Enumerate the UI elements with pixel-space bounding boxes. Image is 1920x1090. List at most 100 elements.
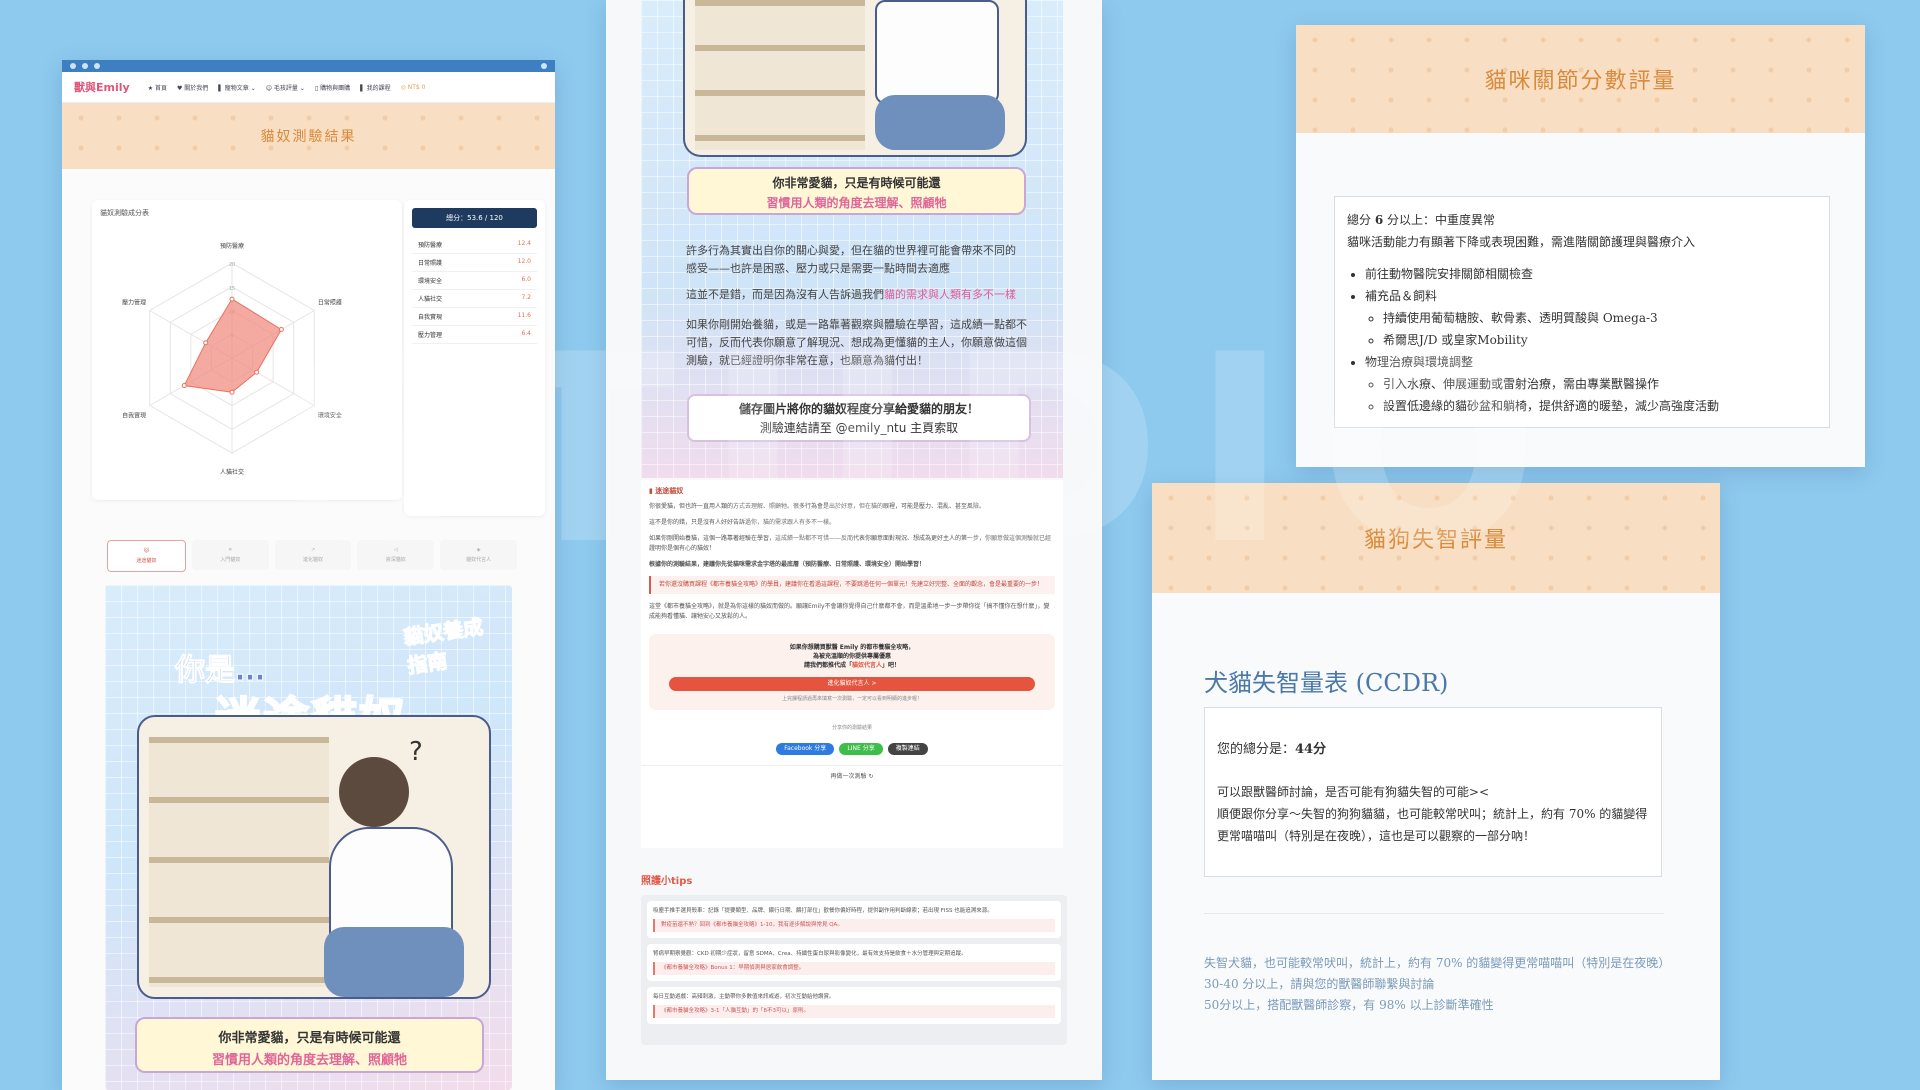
nav-home[interactable]: ★ 首頁 xyxy=(148,83,167,92)
share-note-line1: 儲存圖片將你的貓奴程度分享給愛貓的朋友！ xyxy=(738,402,979,416)
result-banner: 貓奴測驗結果 xyxy=(62,103,555,169)
score-label: 壓力管理 xyxy=(418,332,443,339)
facebook-share-button[interactable]: Facebook 分享 xyxy=(776,743,835,755)
shelf-illustration xyxy=(149,737,329,987)
ccdr-body-1: 可以跟獸醫師討論，是否可能有狗貓失智的可能>< xyxy=(1217,785,1490,799)
article-text: 根據你的測驗結果，建議你先從貓咪需求金字塔的最底層（預防醫療、日常照護、環境安全… xyxy=(649,561,926,568)
tip-link[interactable]: 《都市養貓全攻略》Bonus 1：早期偵測與居家飲食調整。 xyxy=(653,962,1055,975)
cat-icon: 🐱 xyxy=(143,548,149,554)
tab-lost-cat-servant[interactable]: 🐱 迷途貓奴 xyxy=(107,540,186,572)
result-illustration: 你是… 迷途貓奴 貓奴養成指南 ? 你非常愛貓，只是有時候可能還 習慣用人類的角… xyxy=(105,585,512,1090)
result-paragraph-3: 如果你剛開始養貓，或是一路靠著觀察與體驗在學習，這成績一點都不可惜，反而代表你願… xyxy=(686,318,1027,367)
character-jeans xyxy=(324,927,464,997)
tab-senior[interactable]: ◁ 資深貓奴 xyxy=(357,540,435,570)
radar-axis-label: 人貓社交 xyxy=(220,468,244,476)
detail-hero: 你非常愛貓，只是有時候可能還 習慣用人類的角度去理解、照顧牠 許多行為其實出自你… xyxy=(641,0,1063,478)
tab-beginner[interactable]: ✕ 入門貓奴 xyxy=(191,540,269,570)
site-logo[interactable]: 獸與Emily xyxy=(74,79,130,95)
advice-item: 物理治療與環境調整 引入水療、伸展運動或雷射治療，需由專業獸醫操作 設置低邊緣的… xyxy=(1365,351,1829,417)
tab-label: 進化貓奴 xyxy=(302,557,323,563)
result-detail-panel: 你非常愛貓，只是有時候可能還 習慣用人類的角度去理解、照顧牠 許多行為其實出自你… xyxy=(606,0,1102,1080)
share-note-line2: 測驗連結請至 @emily_ntu 主頁索取 xyxy=(759,421,959,435)
illus-badge: 貓奴養成指南 xyxy=(401,614,485,679)
radar-axis-label: 環境安全 xyxy=(318,412,342,420)
result-paragraph-1: 許多行為其實出自你的關心與愛，但在貓的世界裡可能會帶來不同的感受——也許是困惑、… xyxy=(686,244,1016,275)
tip-link[interactable]: 對疫苗還不熟？回到《都市養貓全攻略》1-10，我有逐步解說與常見 QA。 xyxy=(653,919,1055,932)
tip-item: 腎病早期察覺觀：CKD 初期少症狀，留意 SDMA、Crea、持續性蛋白尿與影像… xyxy=(647,944,1061,981)
ccdr-score: 您的總分是：44分 xyxy=(1217,738,1649,757)
search-icon[interactable] xyxy=(541,63,547,69)
site-nav: 獸與Emily ★ 首頁 ♥ 關於我們 ▌ 寵物文章 ⌄ ☺ 毛孩評量 ⌄ ▯ … xyxy=(62,72,555,103)
result-page-panel: 獸與Emily ★ 首頁 ♥ 關於我們 ▌ 寵物文章 ⌄ ☺ 毛孩評量 ⌄ ▯ … xyxy=(62,60,555,1090)
comic-frame xyxy=(683,0,1027,157)
speech-line2: 習慣用人類的角度去理解、照顧牠 xyxy=(766,196,947,210)
copy-link-button[interactable]: 複製連結 xyxy=(887,743,928,755)
speech-line1: 你非常愛貓，只是有時候可能還 xyxy=(772,176,941,190)
summary-text: 分以上：中重度異常 xyxy=(1383,213,1496,227)
para2-text: 這並不是錯，而是因為沒有人告訴過我們 xyxy=(686,288,884,301)
tips-box: 吸塵手推手選貝殼車：記錄「提要類型、品牌、餵行日期、餵打部位」歡餐你偏好時程，提… xyxy=(641,895,1067,1045)
cta-line3: 請我們都推代成「貓奴代言人」吧！ xyxy=(659,660,1045,669)
ccdr-body-2: 順便跟你分享～失智的狗狗貓貓，也可能較常吠叫；統計上，約有 70% 的貓變得更常… xyxy=(1217,807,1648,843)
nav-cart[interactable]: ◎ NT$ 0 xyxy=(401,84,426,91)
score-value: 6.4 xyxy=(521,330,531,337)
tip-item: 每日互動遊戲：高頻刺激，主動帶你多數值來訊或遊，初次互動給他讚賞。 《都市養貓全攻… xyxy=(647,987,1061,1024)
window-dot xyxy=(82,63,88,69)
tab-ambassador[interactable]: ◈ 貓奴代言人 xyxy=(440,540,517,570)
joint-banner: 貓咪關節分數評量 xyxy=(1296,25,1865,133)
joint-result-box: 總分 6 分以上：中重度異常 貓咪活動能力有顯著下降或表現困難，需進階關節護理與… xyxy=(1334,196,1830,428)
cta-highlight: 貓奴代言人 xyxy=(851,662,882,669)
share-label: 分享你的測驗結果 xyxy=(831,725,872,731)
tip-text: 吸塵手推手選貝殼車：記錄「提要類型、品牌、餵行日期、餵打部位」歡餐你偏好時程，提… xyxy=(653,908,993,914)
radar-data-point xyxy=(181,383,187,389)
retry-link[interactable]: 再做一次測驗 ↻ xyxy=(641,765,1063,780)
character-body xyxy=(875,0,999,104)
nav-assessments[interactable]: ☺ 毛孩評量 ⌄ xyxy=(266,83,305,92)
advice-subitem: 持續使用葡萄糖胺、軟骨素、透明質酸與 Omega-3 xyxy=(1383,307,1829,329)
score-list: 預防醫療 12.4 日常照護 12.0 環境安全 6.0 人貓社交 7.2 自我實現 11… xyxy=(412,236,537,344)
score-row: 日常照護 12.0 xyxy=(412,254,537,272)
score-value: 6.0 xyxy=(521,276,531,283)
tip-link[interactable]: 《都市養貓全攻略》3-1「人貓互動」的「8不3可以」原則。 xyxy=(653,1005,1055,1018)
score-card: 總分：53.6 / 120 預防醫療 12.4 日常照護 12.0 環境安全 6.0 … xyxy=(404,200,545,516)
comic-frame: ? xyxy=(137,715,491,999)
score-label: 您的總分是： xyxy=(1217,742,1296,757)
score-value: 44分 xyxy=(1295,742,1327,757)
result-paragraph-2: 這並不是錯，而是因為沒有人告訴過我們貓的需求與人類有多不一樣 xyxy=(686,286,1031,304)
advice-list: 前往動物醫院安排關節相關檢查 補充品＆飼料 持續使用葡萄糖胺、軟骨素、透明質酸與… xyxy=(1347,263,1829,417)
share-section: 分享你的測驗結果 Facebook 分享 LINE 分享 複製連結 再做一次測驗… xyxy=(641,724,1063,780)
line-share-button[interactable]: LINE 分享 xyxy=(839,743,883,755)
summary-number: 6 xyxy=(1374,213,1384,227)
score-value: 12.4 xyxy=(517,240,531,247)
window-dot xyxy=(94,63,100,69)
nav-about[interactable]: ♥ 關於我們 xyxy=(177,83,208,92)
nav-shop[interactable]: ▯ 購物與團購 xyxy=(315,83,350,92)
divider xyxy=(1204,913,1664,914)
cta-text: 請我們都推代成「 xyxy=(803,662,852,669)
footnote: 30-40 分以上，請與您的獸醫師聯繫與討論 xyxy=(1204,977,1435,991)
speech-line2: 習慣用人類的角度去理解、照顧牠 xyxy=(211,1053,407,1068)
cta-line1: 如果你想購買獸醫 Emily 的都市養貓全攻略， xyxy=(789,644,915,651)
tab-evolving[interactable]: ↗ 進化貓奴 xyxy=(274,540,352,570)
radar-axis-label: 預防醫療 xyxy=(220,242,244,250)
radar-card: 貓奴測驗成分表 預防醫療日常照護環境安全人貓社交自我實現壓力管理2015105 xyxy=(92,200,402,500)
nav-courses[interactable]: ▌ 我的課程 xyxy=(360,83,391,92)
score-total: 總分：53.6 / 120 xyxy=(412,208,537,228)
character-jeans xyxy=(875,95,1005,150)
score-row: 壓力管理 6.4 xyxy=(412,326,537,344)
score-label: 自我實現 xyxy=(418,314,443,321)
section-title: ▮ 迷途貓奴 xyxy=(641,480,1063,502)
score-label: 環境安全 xyxy=(418,278,443,285)
joint-summary-detail: 貓咪活動能力有顯著下降或表現困難，需進階關節護理與醫療介入 xyxy=(1347,235,1696,249)
cat-icon: ◈ xyxy=(476,547,481,553)
nav-articles[interactable]: ▌ 寵物文章 ⌄ xyxy=(218,83,255,92)
score-row: 預防醫療 12.4 xyxy=(412,236,537,254)
cta-box: 如果你想購買獸醫 Emily 的都市養貓全攻略， 為被充溫順的你提供專屬優惠 請… xyxy=(649,634,1055,710)
article-text: 這不是你的錯，只是沒有人好好告訴過你，貓的需求跟人有多不一樣。 xyxy=(649,519,836,526)
radar-data-point xyxy=(229,296,235,302)
radar-tick-label: 20 xyxy=(229,262,235,268)
radar-data-point xyxy=(254,369,260,375)
browser-bar xyxy=(62,60,555,72)
ambassador-button[interactable]: 進化貓奴代言人 > xyxy=(669,677,1035,691)
radar-data-point xyxy=(203,340,209,346)
